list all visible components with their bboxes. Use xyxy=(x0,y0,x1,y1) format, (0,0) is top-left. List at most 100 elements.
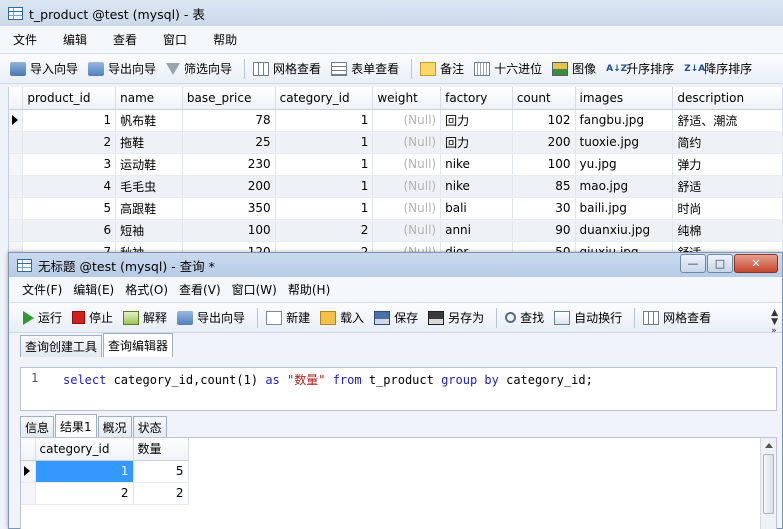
table-cell[interactable]: 高跟鞋 xyxy=(115,197,183,220)
table-cell[interactable]: 102 xyxy=(512,109,576,132)
toolbar-button[interactable]: 十六进位 xyxy=(474,60,542,77)
scroll-up-icon[interactable] xyxy=(765,443,773,448)
table-cell[interactable]: 50 xyxy=(512,241,576,252)
table-cell[interactable]: nike xyxy=(440,153,513,176)
table-cell[interactable]: 120 xyxy=(182,241,276,252)
maximize-button[interactable]: □ xyxy=(707,254,733,273)
menu-item[interactable]: 文件(F) xyxy=(22,281,62,298)
menu-item[interactable]: 编辑(E) xyxy=(73,281,114,298)
table-cell[interactable]: mao.jpg xyxy=(575,175,674,198)
table-row[interactable]: 3 运动鞋 230 1 (Null) nike 100 yu.jpg 弹力 xyxy=(9,153,783,176)
close-button[interactable]: ✕ xyxy=(734,254,778,273)
table-cell[interactable]: 5 xyxy=(133,460,189,483)
table-cell[interactable]: (Null) xyxy=(372,131,442,154)
table-cell[interactable]: 拖鞋 xyxy=(115,131,183,154)
table-cell[interactable]: 1 xyxy=(22,109,117,132)
table-cell[interactable]: 78 xyxy=(182,109,276,132)
toolbar-button[interactable]: 导出向导 xyxy=(177,309,245,326)
table-cell[interactable]: 25 xyxy=(182,131,276,154)
table-cell[interactable]: (Null) xyxy=(372,109,442,132)
table-row[interactable]: 7秋袖1202(Null)dior50qiuxiu.jpg舒适 xyxy=(9,241,783,252)
table-cell[interactable]: 4 xyxy=(22,175,117,198)
table-cell[interactable]: dior xyxy=(440,241,513,252)
toolbar-button[interactable]: 保存 xyxy=(374,309,418,326)
sql-editor[interactable]: 1 select category_id,count(1) as "数量" fr… xyxy=(20,367,777,411)
table-cell[interactable]: 200 xyxy=(512,131,576,154)
table-cell[interactable]: 2 xyxy=(133,482,189,505)
scroll-thumb[interactable] xyxy=(763,454,774,514)
table-cell[interactable]: 1 xyxy=(35,460,134,483)
column-header[interactable]: product_id xyxy=(22,87,117,110)
toolbar-button[interactable]: 筛选向导 xyxy=(166,60,232,77)
table-cell[interactable]: 回力 xyxy=(440,109,513,132)
toolbar-button[interactable]: 另存为 xyxy=(428,309,484,326)
tab[interactable]: 状态 xyxy=(132,416,167,438)
result-grid[interactable]: category_id 数量 1522 xyxy=(20,437,777,529)
toolbar-button[interactable]: 网格查看 xyxy=(253,60,321,77)
tab[interactable]: 信息 xyxy=(20,416,55,438)
table-row[interactable]: 1 帆布鞋 78 1 (Null) 回力 102 fangbu.jpg 舒适、潮流 xyxy=(9,109,783,132)
toolbar-button[interactable]: Z↓A 降序排序 xyxy=(684,60,752,77)
toolbar-button[interactable]: 导出向导 xyxy=(88,60,156,77)
table-cell[interactable]: 运动鞋 xyxy=(115,153,183,176)
table-cell[interactable]: 纯棉 xyxy=(672,219,783,242)
table-cell[interactable]: 100 xyxy=(512,153,576,176)
table-cell[interactable]: 230 xyxy=(182,153,276,176)
table-cell[interactable]: 毛毛虫 xyxy=(115,175,183,198)
table-cell[interactable]: 100 xyxy=(182,219,276,242)
toolbar-button[interactable]: 图像 xyxy=(552,60,596,77)
tab[interactable]: 查询编辑器 xyxy=(103,333,174,357)
toolbar-button[interactable]: 解释 xyxy=(123,309,167,326)
column-header[interactable]: 数量 xyxy=(133,438,189,461)
table-cell[interactable]: 帆布鞋 xyxy=(115,109,183,132)
menu-item[interactable]: 窗口(W) xyxy=(232,281,277,298)
toolbar-button[interactable]: 自动换行 xyxy=(554,309,622,326)
table-row[interactable]: 4 毛毛虫 200 1 (Null) nike 85 mao.jpg 舒适 xyxy=(9,175,783,198)
table-cell[interactable]: (Null) xyxy=(372,197,442,220)
table-cell[interactable]: 舒适 xyxy=(672,175,783,198)
table-cell[interactable]: 短袖 xyxy=(115,219,183,242)
tab[interactable]: 概况 xyxy=(97,416,132,438)
table-cell[interactable]: 秋袖 xyxy=(115,241,183,252)
menu-item[interactable]: 窗口 xyxy=(150,31,200,48)
column-header[interactable]: factory xyxy=(440,87,513,110)
toolbar-button[interactable]: A↓Z 升序排序 xyxy=(606,60,674,77)
menu-item[interactable]: 文件 xyxy=(0,31,50,48)
table-cell[interactable]: 85 xyxy=(512,175,576,198)
sql-code[interactable]: select category_id,count(1) as "数量" from… xyxy=(63,371,593,388)
toolbar-button[interactable]: 载入 xyxy=(320,309,364,326)
toolbar-overflow-icon[interactable]: ▲ ▼» xyxy=(771,309,778,333)
table-cell[interactable]: tuoxie.jpg xyxy=(575,131,674,154)
table-cell[interactable]: (Null) xyxy=(372,219,442,242)
table-row[interactable]: 2 拖鞋 25 1 (Null) 回力 200 tuoxie.jpg 简约 xyxy=(9,131,783,154)
menu-item[interactable]: 帮助 xyxy=(200,31,250,48)
table-cell[interactable]: 200 xyxy=(182,175,276,198)
minimize-button[interactable]: — xyxy=(680,254,706,273)
table-cell[interactable]: 2 xyxy=(35,482,134,505)
table-row[interactable]: 6 短袖 100 2 (Null) anni 90 duanxiu.jpg 纯棉 xyxy=(9,219,783,242)
toolbar-button[interactable]: 备注 xyxy=(420,60,464,77)
toolbar-button[interactable]: 运行 xyxy=(23,309,62,326)
column-header[interactable]: weight xyxy=(372,87,442,110)
table-cell[interactable]: 6 xyxy=(22,219,117,242)
table-cell[interactable]: anni xyxy=(440,219,513,242)
tab[interactable]: 查询创建工具 xyxy=(20,335,103,357)
table-cell[interactable]: 350 xyxy=(182,197,276,220)
table-row[interactable]: 15 xyxy=(21,460,189,483)
menu-item[interactable]: 查看 xyxy=(100,31,150,48)
toolbar-button[interactable]: 表单查看 xyxy=(331,60,399,77)
table-cell[interactable]: 时尚 xyxy=(672,197,783,220)
table-cell[interactable]: 1 xyxy=(275,131,374,154)
table-cell[interactable]: nike xyxy=(440,175,513,198)
table-row[interactable]: 5 高跟鞋 350 1 (Null) bali 30 baili.jpg 时尚 xyxy=(9,197,783,220)
table-cell[interactable]: duanxiu.jpg xyxy=(575,219,674,242)
toolbar-button[interactable]: 新建 xyxy=(266,309,310,326)
table-cell[interactable]: 30 xyxy=(512,197,576,220)
column-header[interactable]: category_id xyxy=(35,438,134,461)
column-header[interactable]: category_id xyxy=(275,87,374,110)
table-cell[interactable]: 5 xyxy=(22,197,117,220)
table-cell[interactable]: 舒适、潮流 xyxy=(672,109,783,132)
table-cell[interactable]: 90 xyxy=(512,219,576,242)
toolbar-button[interactable]: 查找 xyxy=(505,309,544,326)
table-cell[interactable]: 3 xyxy=(22,153,117,176)
